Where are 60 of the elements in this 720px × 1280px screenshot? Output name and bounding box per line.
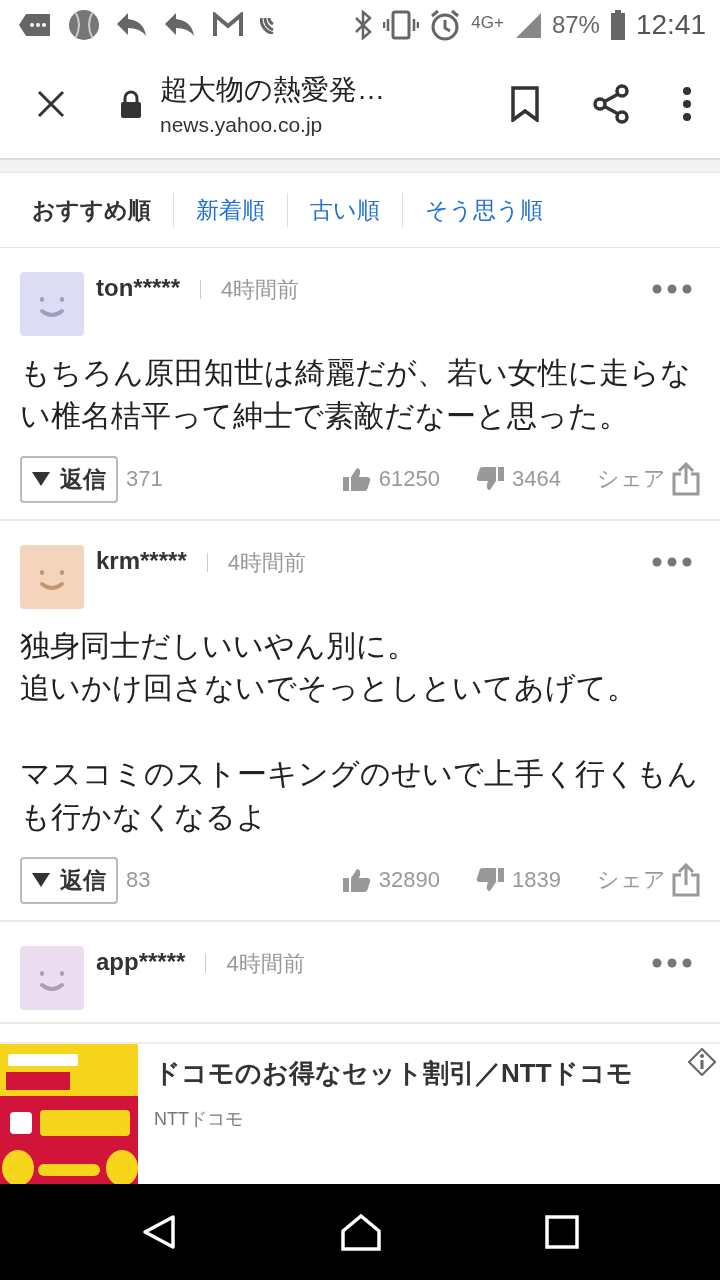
username: app***** — [96, 947, 186, 976]
more-icon — [652, 284, 692, 294]
nfc-icon — [260, 16, 274, 34]
dislike-count: 1839 — [512, 867, 561, 894]
lock-icon — [120, 90, 142, 118]
thumbs-up-icon — [342, 868, 371, 893]
comment-text: 独身同士だしいいやん別に。 — [20, 627, 418, 664]
ad-sponsor: NTTドコモ — [154, 1108, 244, 1131]
bluetooth-icon — [353, 10, 374, 40]
comment-text: マスコミのストーキングのせいで上手く行くもんも行かなくなるよ — [20, 756, 699, 835]
share-link[interactable]: シェア — [597, 863, 700, 898]
username: krm***** — [96, 546, 187, 575]
more-icon — [652, 957, 692, 968]
post-time: 4時間前 — [221, 276, 300, 304]
thumbs-up-icon — [342, 467, 371, 492]
clock: 12:41 — [635, 9, 706, 41]
caret-icon — [32, 472, 50, 487]
ball-icon — [68, 9, 100, 41]
network-label: 4G+ — [471, 13, 504, 33]
more-icon — [652, 556, 692, 567]
sort-tab[interactable]: 古い順 — [298, 194, 392, 226]
page-title: 超大物の熱愛発… — [160, 73, 386, 107]
battery-icon — [609, 10, 626, 40]
ad-banner[interactable]: ドコモのお得なセット割引／NTTドコモ NTTドコモ — [0, 1042, 720, 1184]
like-count: 32890 — [378, 867, 441, 894]
comment-text: 追いかけ回さないでそっとしといてあげて。 — [20, 670, 638, 707]
post-time: 4時間前 — [227, 548, 306, 577]
comment-text: もちろん原田知世は綺麗だが、若い女性に走らない椎名桔平って紳士で素敵だなーと思った。 — [20, 355, 692, 434]
like-count: 61250 — [378, 466, 441, 493]
close-icon — [36, 89, 66, 119]
reply-button[interactable]: 返信 — [20, 856, 118, 904]
username: ton***** — [96, 274, 180, 302]
recents-button[interactable] — [544, 1215, 579, 1249]
info-icon[interactable] — [688, 1048, 716, 1076]
sort-tab[interactable]: おすすめ順 — [20, 194, 163, 226]
mail-icon — [212, 12, 244, 38]
dislike-count: 3464 — [512, 466, 561, 493]
upload-icon — [672, 462, 700, 497]
caret-icon — [32, 873, 50, 888]
menu-icon — [682, 87, 692, 121]
back-button[interactable] — [141, 1214, 178, 1250]
share-link[interactable]: シェア — [597, 462, 700, 497]
sort-tab[interactable]: そう思う順 — [413, 194, 555, 226]
sort-tab[interactable]: 新着順 — [184, 194, 277, 226]
reply-count: 83 — [126, 867, 151, 894]
ad-title: ドコモのお得なセット割引／NTTドコモ — [154, 1057, 633, 1090]
alarm-icon — [429, 9, 462, 41]
reply-count: 371 — [126, 466, 163, 493]
bookmark-icon — [510, 86, 540, 122]
thumbs-down-icon — [476, 467, 505, 492]
post-time: 4時間前 — [226, 949, 305, 978]
message-icon — [18, 12, 52, 38]
home-button[interactable] — [340, 1213, 382, 1251]
page-url: news.yahoo.co.jp — [160, 113, 324, 137]
battery-percent: 87% — [551, 11, 600, 39]
vibrate-icon — [383, 10, 420, 40]
upload-icon — [672, 863, 700, 898]
share-icon — [592, 84, 630, 124]
reply-button[interactable]: 返信 — [20, 455, 118, 503]
thumbs-down-icon — [476, 868, 505, 893]
